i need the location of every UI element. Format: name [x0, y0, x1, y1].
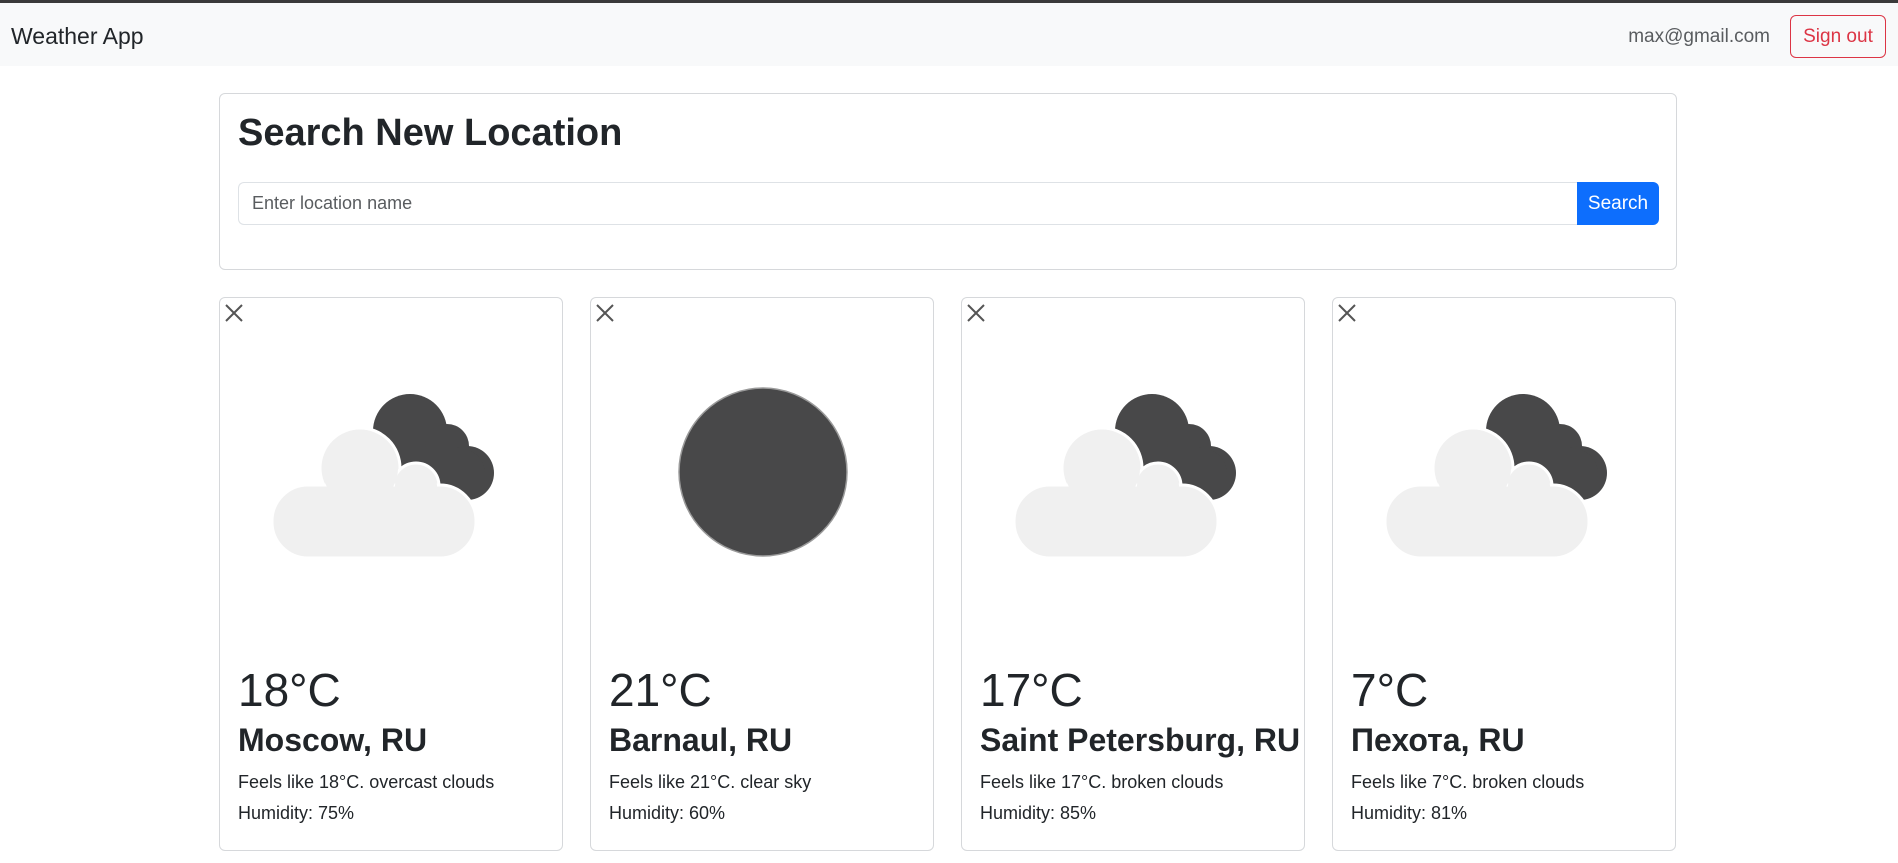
search-button[interactable]: Search: [1577, 182, 1659, 225]
close-icon[interactable]: [591, 298, 619, 328]
city-name: Пехота, RU: [1351, 722, 1525, 758]
broken-clouds-icon: [1012, 394, 1236, 560]
clear-sky-icon: [678, 387, 848, 557]
weather-description: Feels like 7°C. broken clouds: [1351, 772, 1585, 792]
humidity: Humidity: 85%: [980, 803, 1097, 823]
weather-card: 21°C Barnaul, RU Feels like 21°C. clear …: [590, 297, 934, 851]
user-email: max@gmail.com: [1628, 26, 1770, 47]
temperature: 21°C: [609, 664, 712, 716]
close-icon[interactable]: [220, 298, 248, 328]
humidity: Humidity: 60%: [609, 803, 726, 823]
weather-cards-list: 18°C Moscow, RU Feels like 18°C. overcas…: [219, 297, 1677, 851]
weather-card: 17°C Saint Petersburg, RU Feels like 17°…: [961, 297, 1305, 851]
app-brand[interactable]: Weather App: [11, 23, 144, 50]
temperature: 18°C: [238, 664, 341, 716]
temperature: 17°C: [980, 664, 1083, 716]
city-name: Moscow, RU: [238, 722, 428, 758]
search-title: Search New Location: [238, 112, 623, 154]
search-location-card: Search New Location Search: [219, 93, 1677, 270]
city-name: Barnaul, RU: [609, 722, 793, 758]
sign-out-button[interactable]: Sign out: [1790, 15, 1886, 58]
humidity: Humidity: 75%: [238, 803, 355, 823]
close-icon[interactable]: [1333, 298, 1361, 328]
weather-description: Feels like 18°C. overcast clouds: [238, 772, 495, 792]
close-icon[interactable]: [962, 298, 990, 328]
broken-clouds-icon: [1383, 394, 1607, 560]
location-search-input[interactable]: [238, 182, 1578, 225]
navbar: Weather App max@gmail.com Sign out: [0, 3, 1898, 66]
temperature: 7°C: [1351, 664, 1429, 716]
humidity: Humidity: 81%: [1351, 803, 1468, 823]
overcast-clouds-icon: [270, 394, 494, 560]
city-name: Saint Petersburg, RU: [980, 722, 1301, 758]
weather-card: 7°C Пехота, RU Feels like 7°C. broken cl…: [1332, 297, 1676, 851]
weather-card: 18°C Moscow, RU Feels like 18°C. overcas…: [219, 297, 563, 851]
weather-description: Feels like 21°C. clear sky: [609, 772, 812, 792]
weather-description: Feels like 17°C. broken clouds: [980, 772, 1224, 792]
